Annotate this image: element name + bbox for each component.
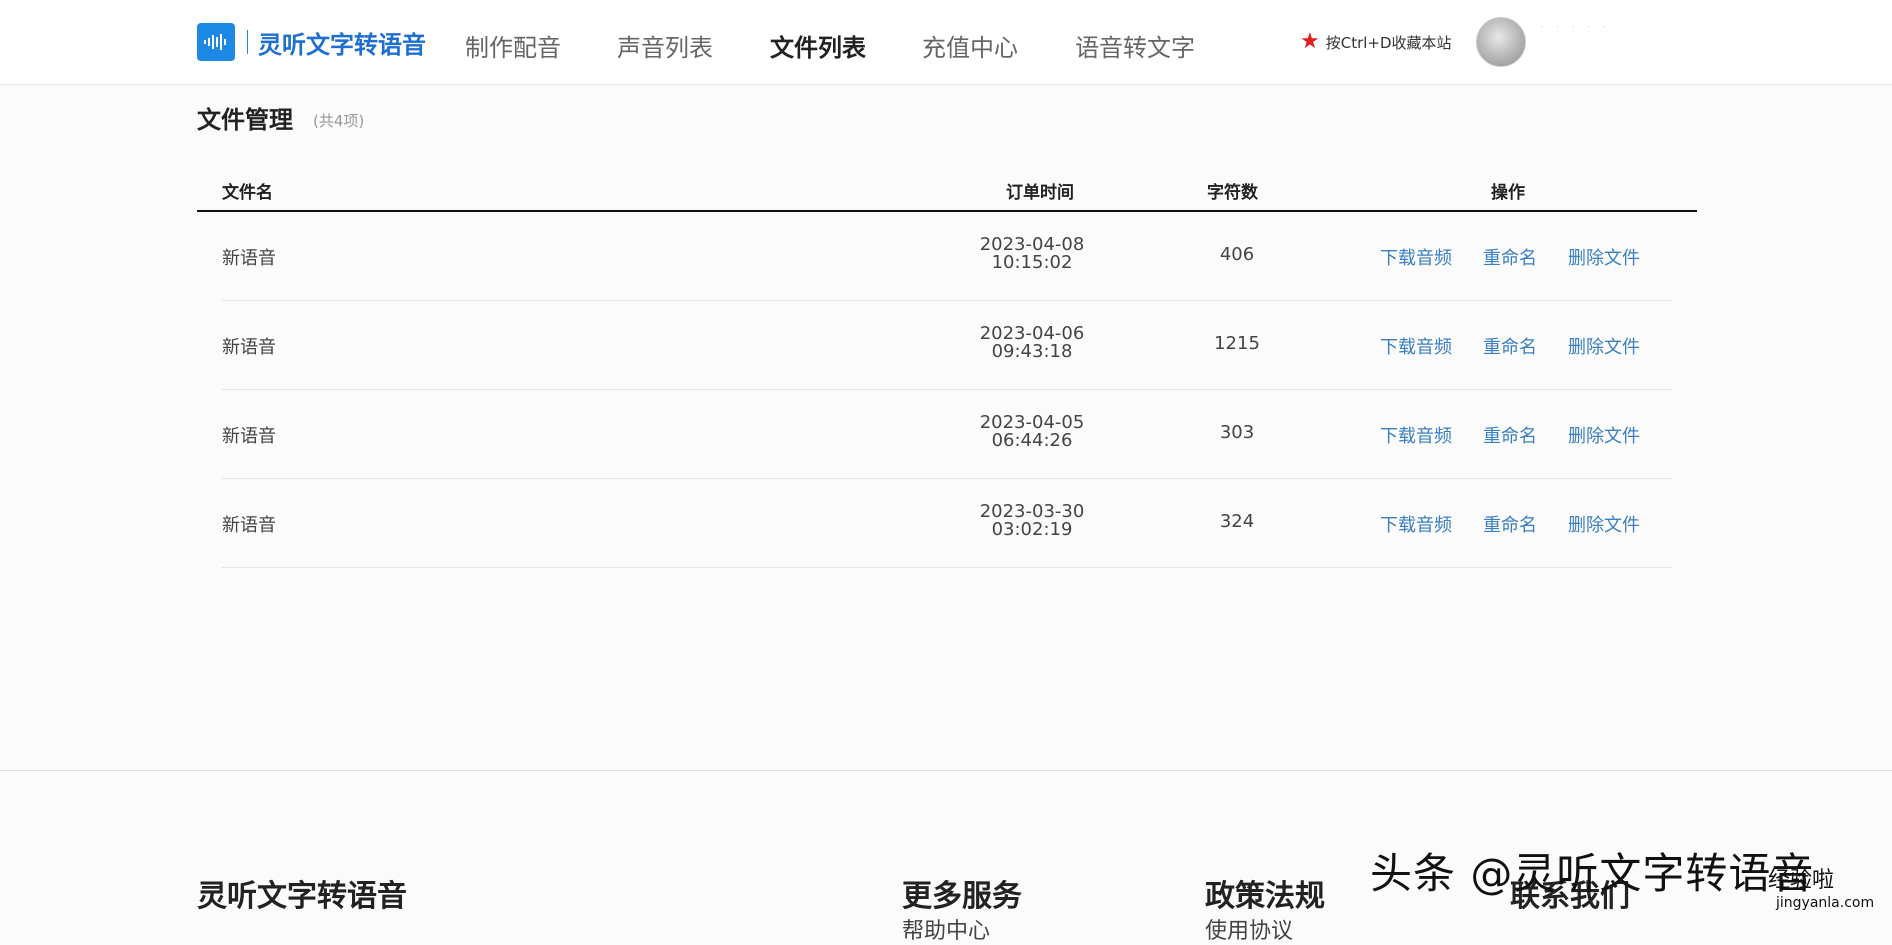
delete-file-link[interactable]: 删除文件 (1568, 511, 1640, 537)
site-logo[interactable]: 灵听文字转语音 (197, 22, 426, 62)
table-header: 文件名 订单时间 字符数 操作 (197, 170, 1697, 212)
footer-brand: 灵听文字转语音 (197, 879, 407, 914)
order-clock: 09:43:18 (991, 341, 1073, 362)
rename-link[interactable]: 重命名 (1483, 333, 1537, 359)
table-row: 新语音 2023-04-05 06:44:26 303 下载音频 重命名 删除文… (222, 390, 1672, 479)
order-clock: 03:02:19 (991, 519, 1073, 540)
bookmark-hint[interactable]: ★ 按Ctrl+D收藏本站 (1300, 31, 1452, 53)
order-time: 2023-04-05 06:44:26 (962, 414, 1102, 450)
bookmark-text: 按Ctrl+D收藏本站 (1325, 33, 1452, 52)
download-audio-link[interactable]: 下载音频 (1380, 511, 1452, 537)
delete-file-link[interactable]: 删除文件 (1568, 244, 1640, 270)
audio-wave-icon (197, 23, 235, 61)
order-clock: 06:44:26 (991, 430, 1073, 451)
delete-file-link[interactable]: 删除文件 (1568, 333, 1640, 359)
char-count: 1215 (1214, 333, 1260, 354)
column-header-char-count: 字符数 (1207, 183, 1258, 203)
footer-help-center-link[interactable]: 帮助中心 (902, 913, 990, 945)
nav-item-file-list[interactable]: 文件列表 (770, 28, 866, 63)
watermark-text: 头条 @灵听文字转语音 (1370, 849, 1815, 898)
file-name: 新语音 (222, 515, 276, 536)
column-header-filename: 文件名 (222, 183, 273, 203)
footer-terms-link[interactable]: 使用协议 (1205, 913, 1293, 945)
file-name: 新语音 (222, 337, 276, 358)
rename-link[interactable]: 重命名 (1483, 422, 1537, 448)
download-audio-link[interactable]: 下载音频 (1380, 422, 1452, 448)
table-row: 新语音 2023-04-06 09:43:18 1215 下载音频 重命名 删除… (222, 301, 1672, 390)
item-count: (共4项) (313, 112, 365, 130)
char-count: 324 (1219, 511, 1255, 532)
footer-more-services-title: 更多服务 (902, 879, 1022, 914)
nav-item-voice-list[interactable]: 声音列表 (617, 28, 713, 63)
nav-item-speech-to-text[interactable]: 语音转文字 (1075, 28, 1195, 63)
column-header-order-time: 订单时间 (1006, 183, 1074, 203)
rename-link[interactable]: 重命名 (1483, 244, 1537, 270)
order-time: 2023-04-08 10:15:02 (962, 236, 1102, 272)
nav-item-recharge-center[interactable]: 充值中心 (922, 28, 1018, 63)
logo-text: 灵听文字转语音 (258, 30, 426, 59)
table-row: 新语音 2023-03-30 03:02:19 324 下载音频 重命名 删除文… (222, 479, 1672, 568)
page-title: 文件管理 (197, 106, 293, 134)
file-name: 新语音 (222, 426, 276, 447)
download-audio-link[interactable]: 下载音频 (1380, 244, 1452, 270)
table-row: 新语音 2023-04-08 10:15:02 406 下载音频 重命名 删除文… (222, 212, 1672, 301)
footer-policy-title: 政策法规 (1205, 879, 1325, 914)
order-time: 2023-04-06 09:43:18 (962, 325, 1102, 361)
char-count: 406 (1219, 244, 1255, 265)
download-audio-link[interactable]: 下载音频 (1380, 333, 1452, 359)
column-header-actions: 操作 (1491, 183, 1525, 203)
nav-item-make-dubbing[interactable]: 制作配音 (465, 28, 561, 63)
order-time: 2023-03-30 03:02:19 (962, 503, 1102, 539)
char-count: 303 (1219, 422, 1255, 443)
file-name: 新语音 (222, 248, 276, 269)
delete-file-link[interactable]: 删除文件 (1568, 422, 1640, 448)
star-icon: ★ (1300, 29, 1320, 54)
avatar[interactable] (1476, 17, 1526, 67)
watermark-badge: 经验啦 (1768, 868, 1835, 893)
watermark-site: jingyanla.com (1776, 895, 1875, 911)
top-header: 灵听文字转语音 制作配音 声音列表 文件列表 充值中心 语音转文字 ★ 按Ctr… (0, 0, 1892, 85)
username[interactable]: · · · · · (1540, 20, 1670, 60)
rename-link[interactable]: 重命名 (1483, 511, 1537, 537)
logo-divider (247, 30, 248, 54)
order-clock: 10:15:02 (991, 252, 1073, 273)
